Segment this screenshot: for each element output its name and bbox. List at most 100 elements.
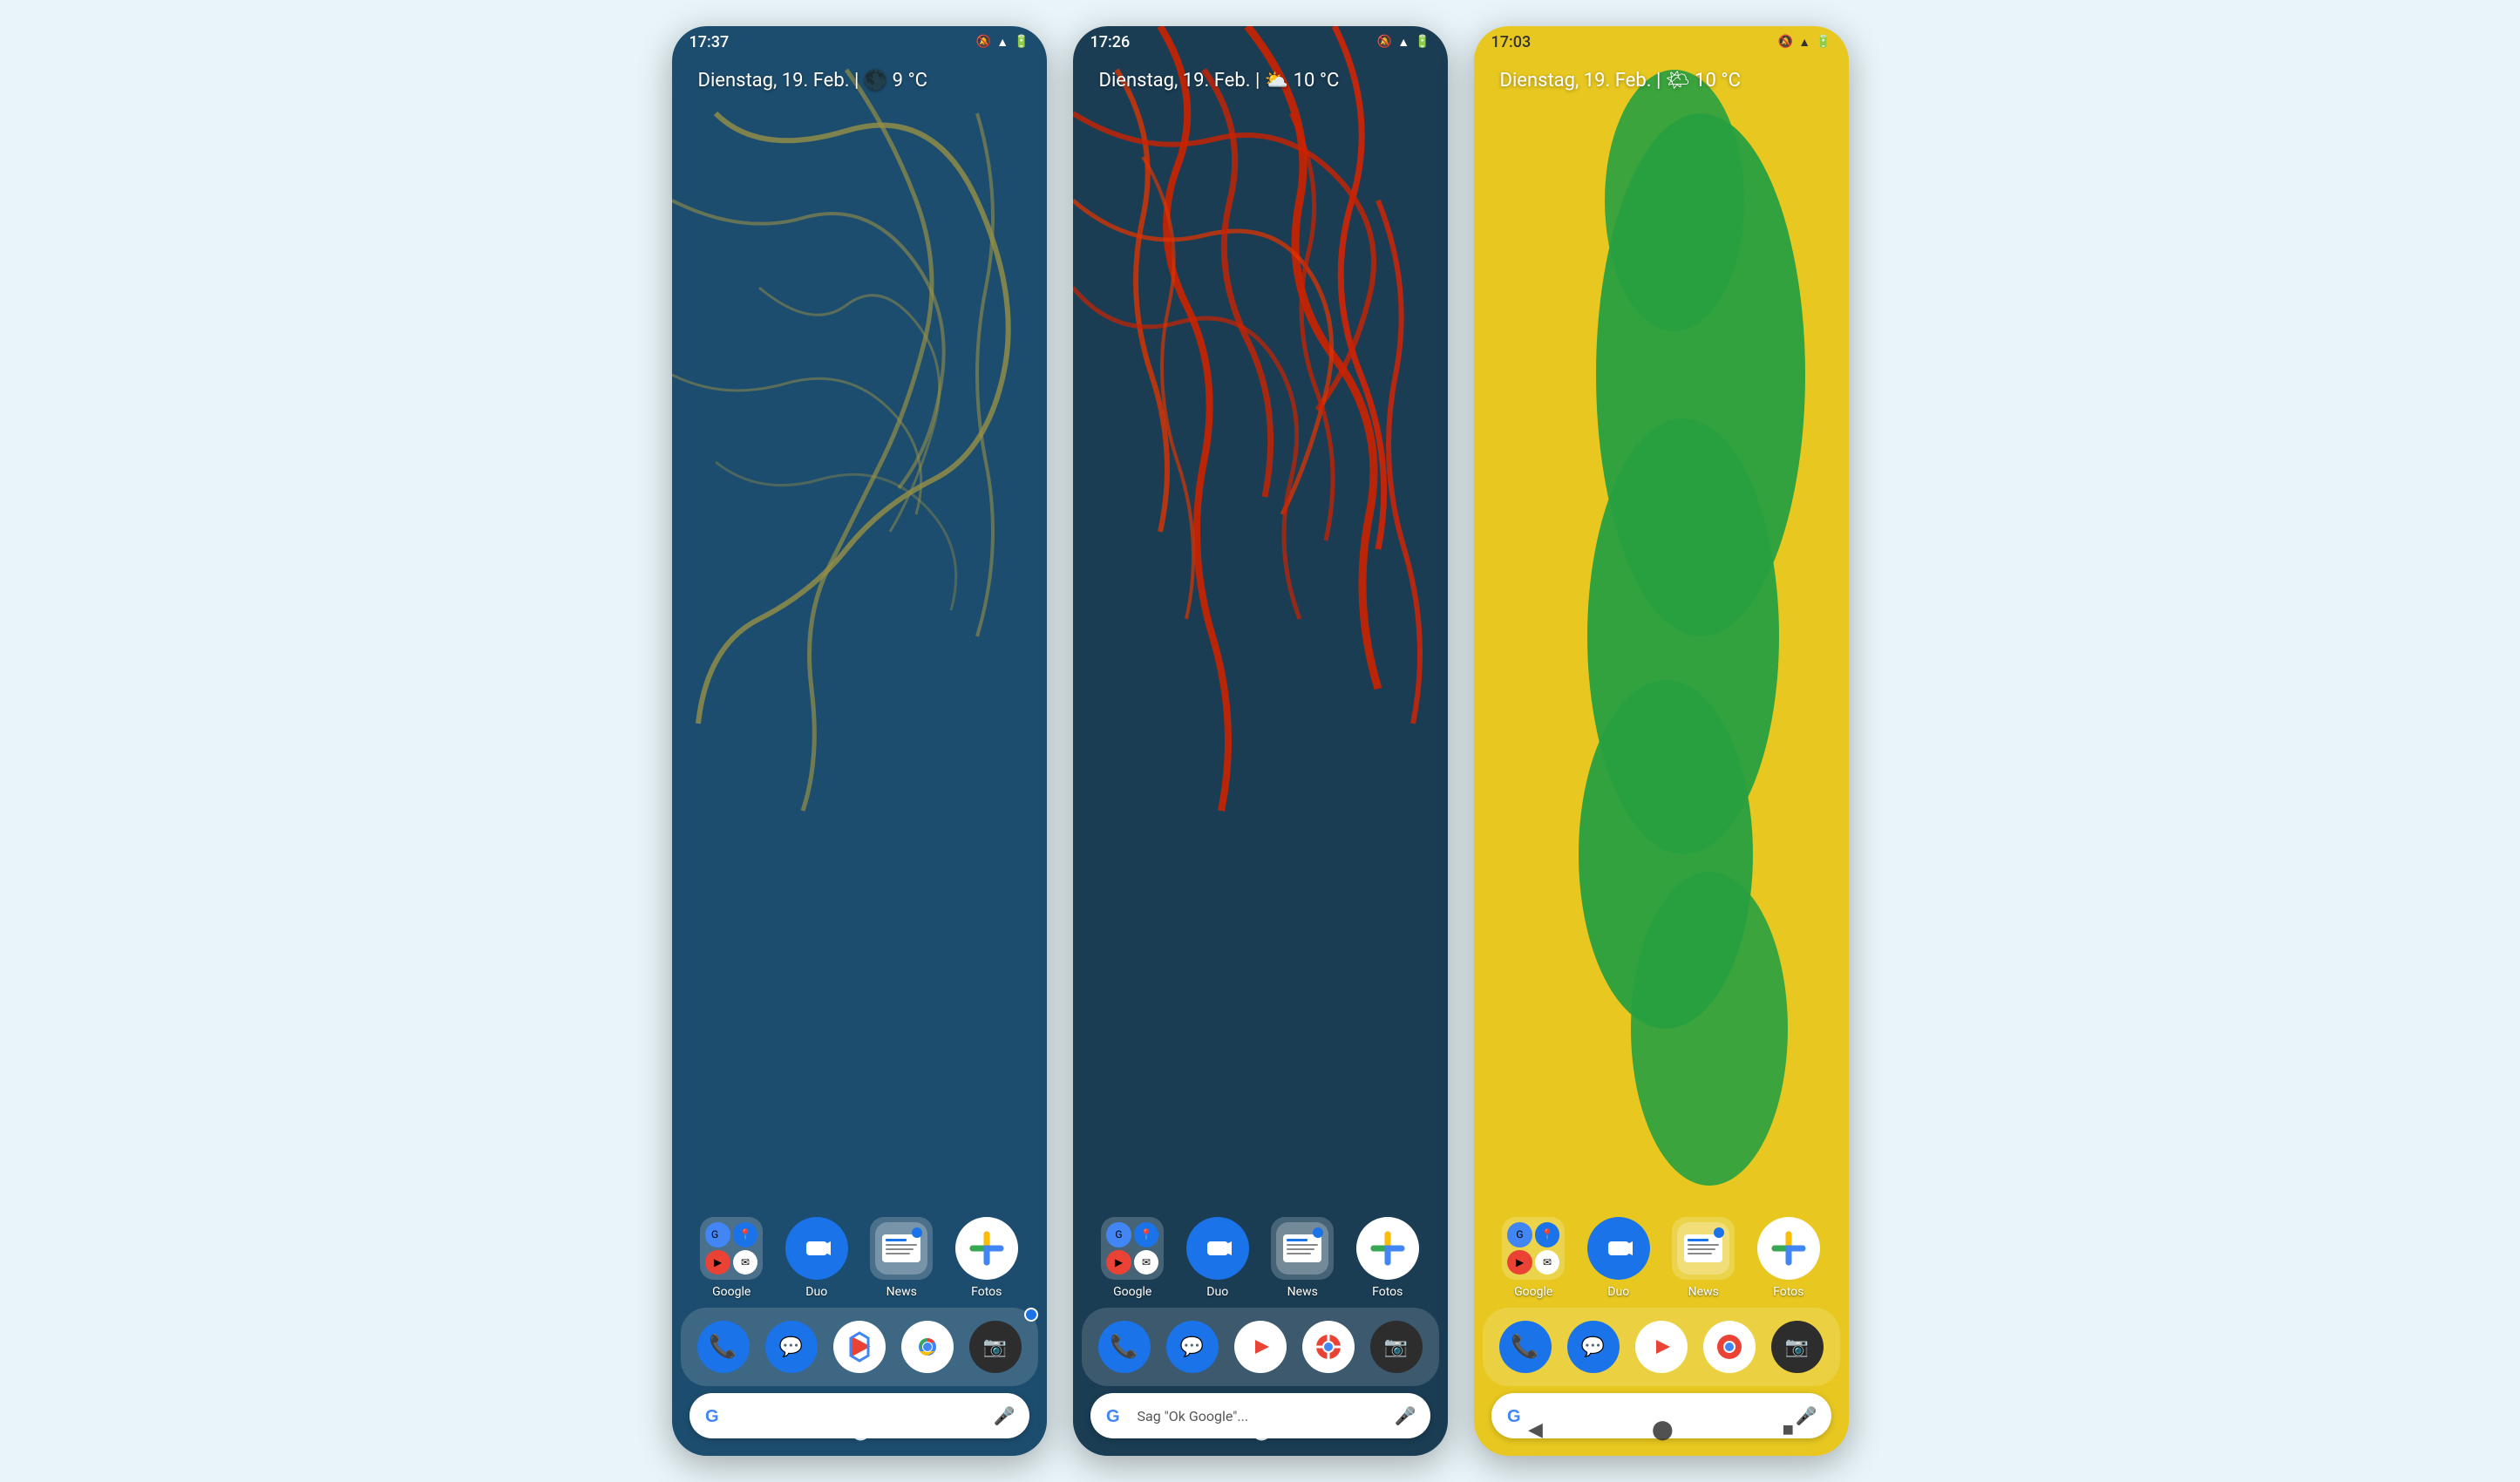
photos-icon-1[interactable]: Fotos: [955, 1217, 1018, 1299]
nav-bar-1: ◀ ⬤ ■: [672, 1404, 1047, 1456]
news-folder-1[interactable]: News: [870, 1217, 933, 1299]
google-icon: G: [705, 1222, 730, 1247]
datetime-widget-1: Dienstag, 19. Feb. | 🌑 9 °C: [698, 70, 928, 92]
signal-icon-2: ▲: [1397, 35, 1409, 50]
google-folder-1[interactable]: G 📍 ▶ ✉ Google: [700, 1217, 763, 1299]
status-bar-1: 17:37 🔕 ▲ 🔋: [672, 26, 1047, 58]
youtube-icon-3: ▶: [1507, 1250, 1532, 1275]
notification-icon-3: 🔕: [1778, 35, 1793, 49]
status-time-3: 17:03: [1491, 33, 1532, 51]
phone-2: 17:26 🔕 ▲ 🔋 Dienstag, 19. Feb. | ⛅ 10 °C…: [1073, 26, 1448, 1456]
fotos-label-1: Fotos: [971, 1285, 1002, 1299]
duo-label-2: Duo: [1206, 1285, 1228, 1299]
google-folder-icon-2: G 📍 ▶ ✉: [1101, 1217, 1164, 1280]
youtube-icon: ▶: [705, 1250, 730, 1275]
recent-btn-3[interactable]: ■: [1783, 1418, 1794, 1441]
datetime-widget-3: Dienstag, 19. Feb. | 🌤 10 °C: [1500, 70, 1741, 92]
chrome-dock-2[interactable]: [1302, 1321, 1355, 1373]
photos-circle-3: [1757, 1217, 1820, 1280]
battery-icon-2: 🔋: [1415, 35, 1430, 49]
battery-icon-1: 🔋: [1014, 35, 1029, 49]
fotos-label-2: Fotos: [1372, 1285, 1403, 1299]
duo-circle-3: [1587, 1217, 1650, 1280]
app-grid-3: G 📍 ▶ ✉ Google Duo: [1474, 1217, 1849, 1299]
duo-icon-1[interactable]: Duo: [785, 1217, 848, 1299]
status-icons-3: 🔕 ▲ 🔋: [1778, 35, 1831, 50]
status-bar-2: 17:26 🔕 ▲ 🔋: [1073, 26, 1448, 58]
chrome-dock-1[interactable]: [901, 1321, 954, 1373]
duo-icon-3[interactable]: Duo: [1587, 1217, 1650, 1299]
play-dock-3[interactable]: [1635, 1321, 1688, 1373]
photos-icon-2[interactable]: Fotos: [1356, 1217, 1419, 1299]
signal-icon-3: ▲: [1798, 35, 1810, 50]
status-time-1: 17:37: [689, 33, 730, 51]
recent-btn-2[interactable]: ■: [1382, 1418, 1393, 1441]
datetime-text-2: Dienstag, 19. Feb. | ⛅ 10 °C: [1099, 70, 1340, 92]
photos-icon-3[interactable]: Fotos: [1757, 1217, 1820, 1299]
svg-text:G: G: [711, 1228, 718, 1241]
notification-icon-1: 🔕: [976, 35, 991, 49]
gmail-icon: ✉: [733, 1250, 758, 1275]
google-icon-2: G: [1106, 1222, 1131, 1247]
youtube-icon-2: ▶: [1106, 1250, 1131, 1275]
phone-dock-1[interactable]: 📞: [697, 1321, 750, 1373]
home-btn-2[interactable]: ⬤: [1251, 1419, 1273, 1441]
status-time-2: 17:26: [1090, 33, 1131, 51]
news-folder-3[interactable]: News: [1672, 1217, 1735, 1299]
play-dock-2[interactable]: [1234, 1321, 1287, 1373]
datetime-text-1: Dienstag, 19. Feb. | 🌑 9 °C: [698, 70, 928, 92]
back-btn-1[interactable]: ◀: [726, 1419, 741, 1441]
phone-3: 17:03 🔕 ▲ 🔋 Dienstag, 19. Feb. | 🌤 10 °C…: [1474, 26, 1849, 1456]
home-btn-3[interactable]: ⬤: [1652, 1419, 1674, 1441]
home-btn-1[interactable]: ⬤: [850, 1419, 872, 1441]
maps-icon: 📍: [733, 1222, 758, 1247]
duo-circle-2: [1186, 1217, 1249, 1280]
duo-circle-1: [785, 1217, 848, 1280]
photos-circle-2: [1356, 1217, 1419, 1280]
back-btn-2[interactable]: ◀: [1127, 1419, 1142, 1441]
news-label-3: News: [1688, 1285, 1719, 1299]
sms-dock-3[interactable]: 💬: [1567, 1321, 1620, 1373]
battery-icon-3: 🔋: [1816, 35, 1831, 49]
nav-bar-3: ◀ ⬤ ■: [1474, 1404, 1849, 1456]
phone-1: 17:37 🔕 ▲ 🔋 Dienstag, 19. Feb. | 🌑 9 °C …: [672, 26, 1047, 1456]
google-folder-3[interactable]: G 📍 ▶ ✉ Google: [1502, 1217, 1565, 1299]
chrome-dock-3[interactable]: [1703, 1321, 1756, 1373]
notification-icon-2: 🔕: [1377, 35, 1392, 49]
datetime-text-3: Dienstag, 19. Feb. | 🌤 10 °C: [1500, 70, 1741, 92]
gmail-icon-3: ✉: [1535, 1250, 1560, 1275]
news-label-2: News: [1287, 1285, 1318, 1299]
phone-dock-3[interactable]: 📞: [1499, 1321, 1552, 1373]
phone-dock-2[interactable]: 📞: [1098, 1321, 1151, 1373]
nav-bar-2: ◀ ⬤ ■: [1073, 1404, 1448, 1456]
signal-icon-1: ▲: [996, 35, 1009, 50]
google-folder-icon-1: G 📍 ▶ ✉: [700, 1217, 763, 1280]
duo-icon-2[interactable]: Duo: [1186, 1217, 1249, 1299]
news-folder-icon-1: [870, 1217, 933, 1280]
recent-btn-1[interactable]: ■: [981, 1418, 992, 1441]
gmail-icon-2: ✉: [1134, 1250, 1159, 1275]
duo-label-1: Duo: [805, 1285, 827, 1299]
sms-dock-1[interactable]: 💬: [765, 1321, 818, 1373]
google-label-1: Google: [712, 1285, 751, 1299]
sms-dock-2[interactable]: 💬: [1166, 1321, 1219, 1373]
news-label-1: News: [886, 1285, 917, 1299]
google-label-2: Google: [1113, 1285, 1151, 1299]
google-icon-3: G: [1507, 1222, 1532, 1247]
news-folder-icon-3: [1672, 1217, 1735, 1280]
photos-circle-1: [955, 1217, 1018, 1280]
app-grid-1: G 📍 ▶ ✉ Google Duo: [672, 1217, 1047, 1299]
fotos-label-3: Fotos: [1773, 1285, 1803, 1299]
google-folder-2[interactable]: G 📍 ▶ ✉ Google: [1101, 1217, 1164, 1299]
camera-dock-2[interactable]: 📷: [1370, 1321, 1423, 1373]
google-folder-icon-3: G 📍 ▶ ✉: [1502, 1217, 1565, 1280]
camera-dock-3[interactable]: 📷: [1771, 1321, 1824, 1373]
maps-icon-3: 📍: [1535, 1222, 1560, 1247]
news-folder-2[interactable]: News: [1271, 1217, 1334, 1299]
back-btn-3[interactable]: ◀: [1528, 1419, 1543, 1441]
play-dock-1[interactable]: [833, 1321, 886, 1373]
datetime-widget-2: Dienstag, 19. Feb. | ⛅ 10 °C: [1099, 70, 1340, 92]
news-folder-icon-2: [1271, 1217, 1334, 1280]
status-bar-3: 17:03 🔕 ▲ 🔋: [1474, 26, 1849, 58]
camera-dock-1[interactable]: 📷: [969, 1321, 1022, 1373]
